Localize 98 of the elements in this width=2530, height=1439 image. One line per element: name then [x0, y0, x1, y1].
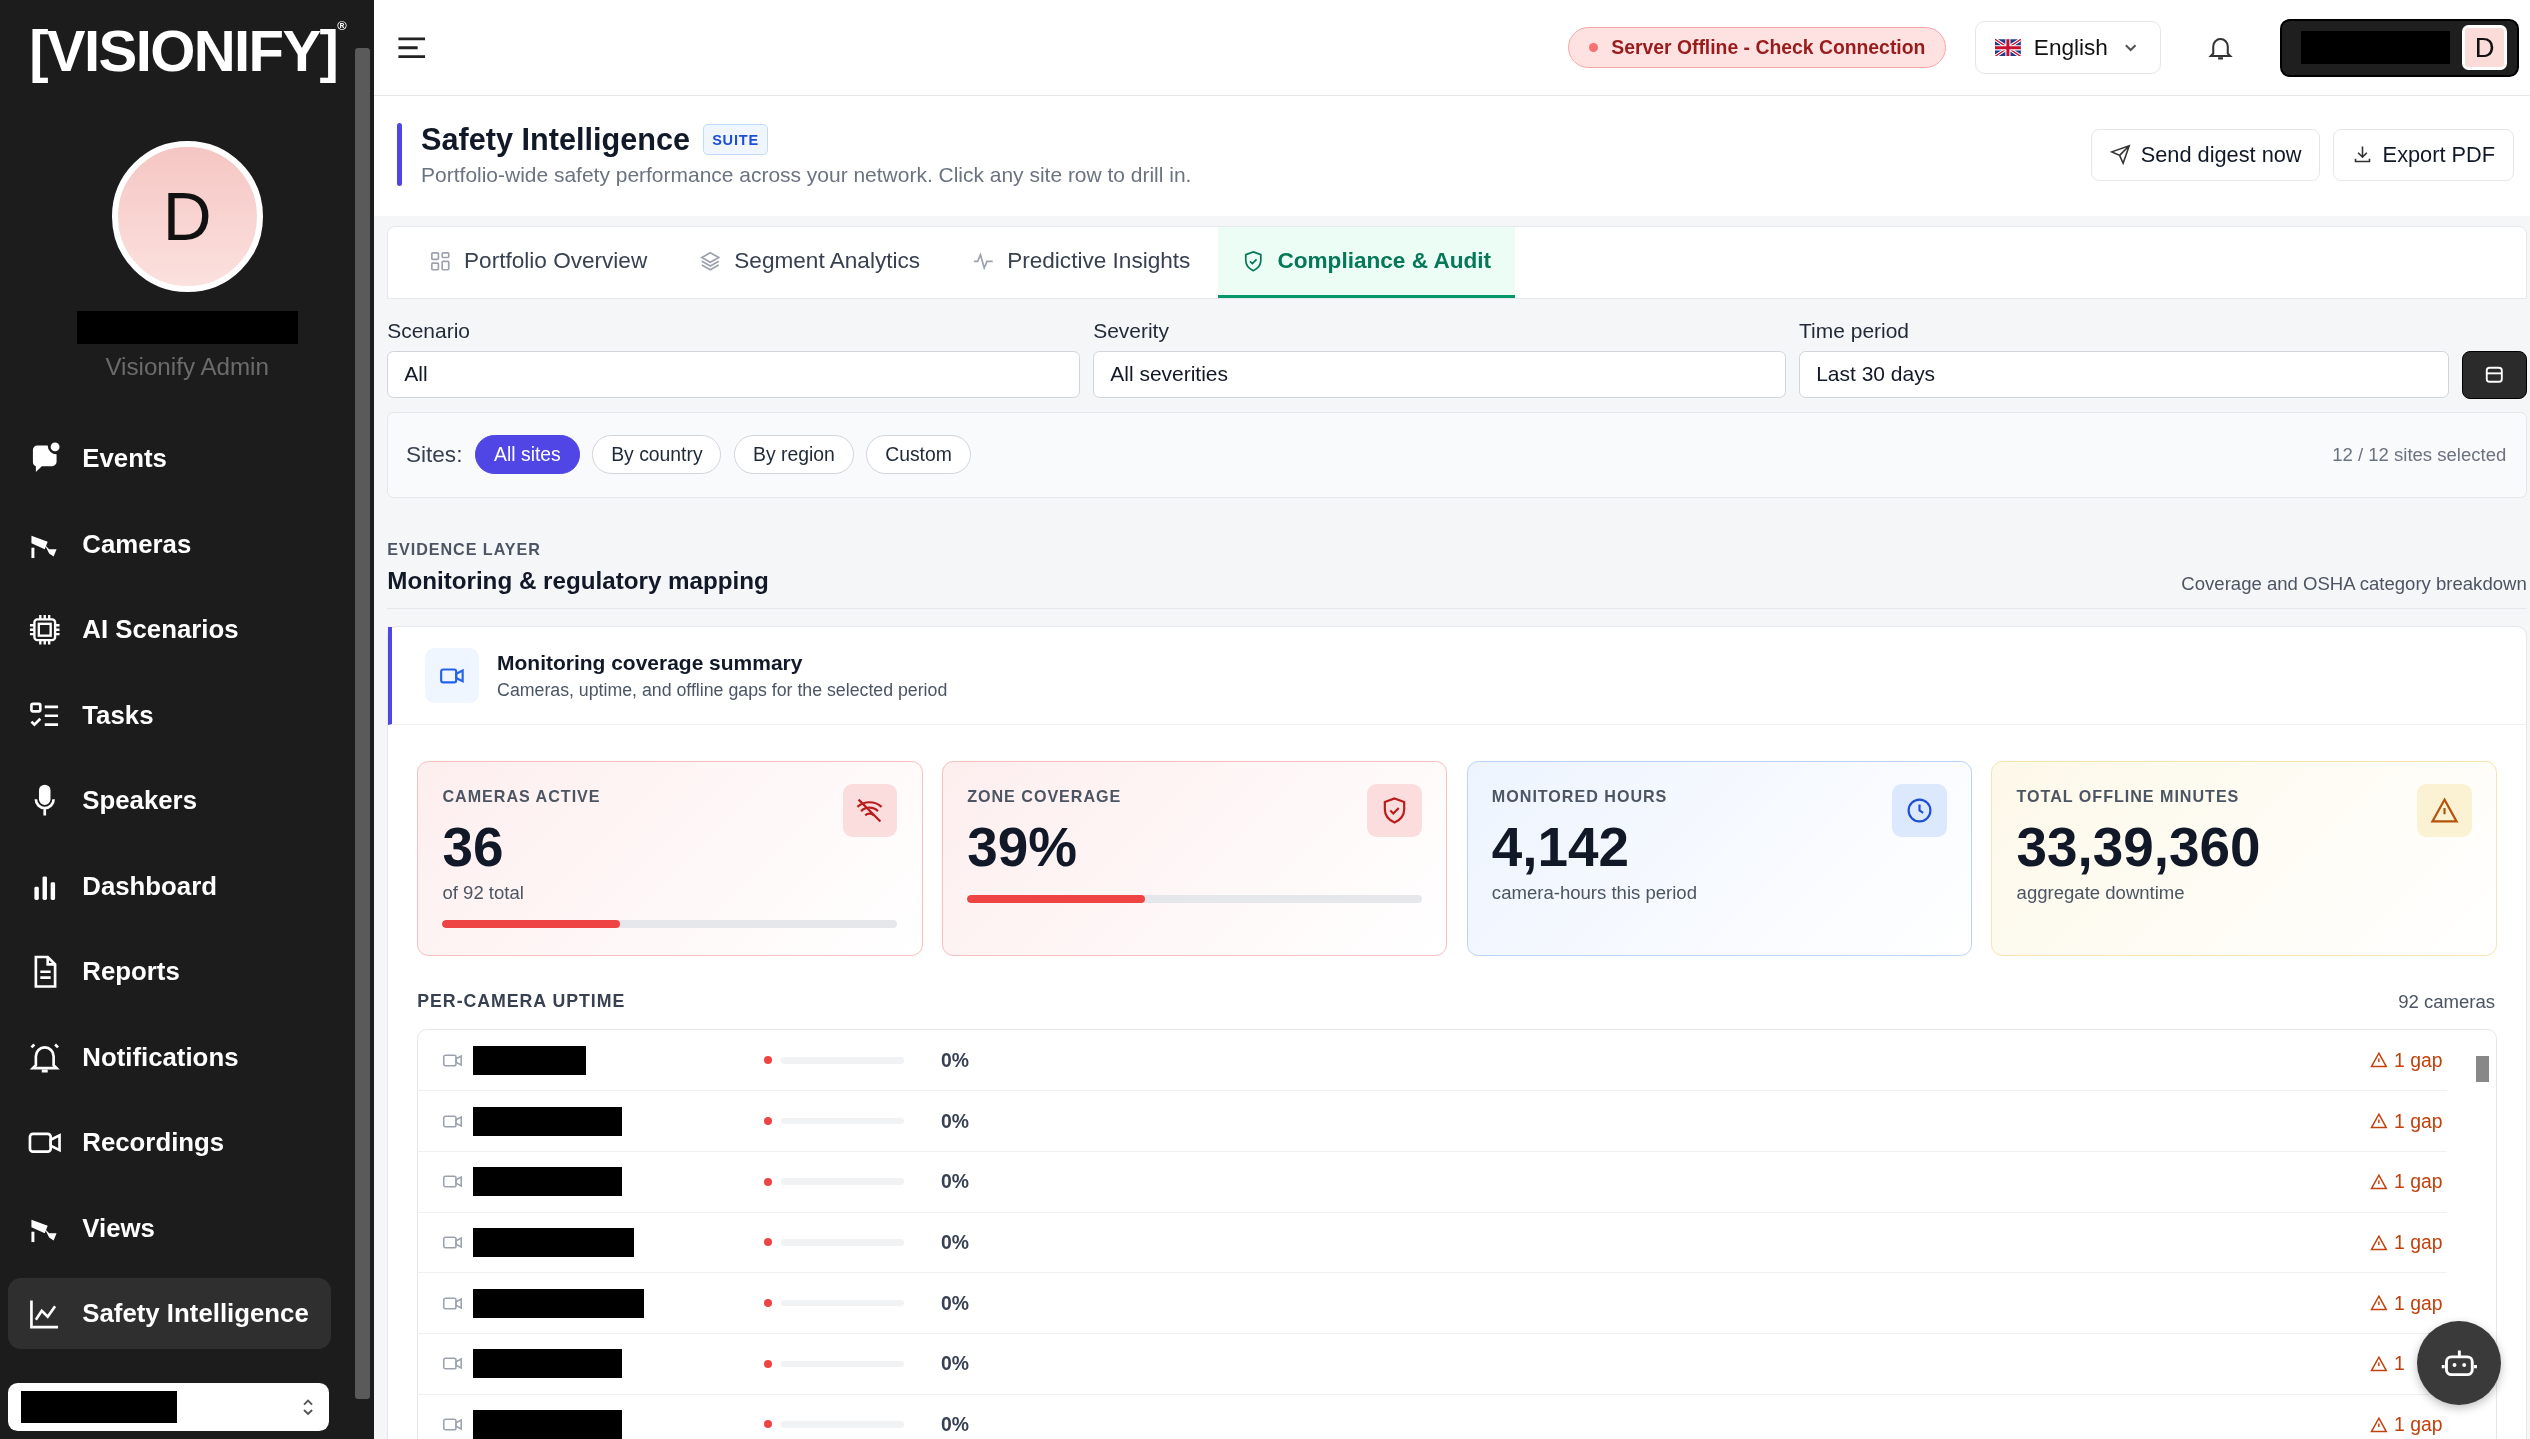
warning-icon — [2369, 1294, 2388, 1312]
tab[interactable]: Portfolio Overview — [404, 227, 672, 299]
nav-item[interactable]: Recordings — [8, 1107, 331, 1179]
tab[interactable]: Segment Analytics — [674, 227, 945, 299]
uptime-percent: 0% — [941, 1170, 969, 1194]
uptime-percent: 0% — [941, 1352, 969, 1376]
stat-caption: camera-hours this period — [1491, 882, 1698, 905]
gap-count: 1 gap — [2369, 1291, 2448, 1315]
nav-item[interactable]: Reports — [8, 936, 331, 1008]
video-icon — [424, 648, 480, 704]
nav-item[interactable]: Notifications — [8, 1021, 331, 1093]
warning-icon — [2369, 1354, 2388, 1373]
filter-label: Scenario — [387, 318, 471, 343]
uptime-percent: 0% — [941, 1412, 969, 1436]
stat-label: TOTAL OFFLINE MINUTES — [2016, 787, 2240, 807]
uptime-percent: 0% — [941, 1109, 969, 1133]
scrollbar[interactable] — [355, 48, 370, 1399]
select-field[interactable]: Last 30 days — [1799, 350, 2450, 398]
stat-value: 33,39,360 — [2016, 814, 2262, 879]
status-dot — [763, 1177, 772, 1186]
language-select[interactable]: English — [1974, 20, 2161, 75]
warning-icon — [2369, 1051, 2388, 1070]
warning-icon — [2416, 784, 2472, 838]
calendar-button[interactable] — [2462, 350, 2527, 399]
warning-icon — [2369, 1233, 2388, 1252]
avatar: D — [2462, 25, 2507, 70]
status-dot — [763, 1056, 772, 1065]
sites-count: 12 / 12 sites selected — [2332, 443, 2507, 466]
grid-icon — [428, 249, 452, 273]
nav-item[interactable]: Dashboard — [8, 850, 331, 922]
uptime-percent: 0% — [941, 1230, 969, 1254]
layers-icon — [698, 249, 722, 273]
nav-item[interactable]: AI Scenarios — [8, 594, 331, 666]
stat-caption: aggregate downtime — [2016, 882, 2186, 905]
filter-chip[interactable]: By region — [734, 435, 854, 475]
select-field[interactable]: All — [387, 350, 1081, 398]
stat-value: 4,142 — [1491, 814, 1631, 879]
status-dot — [763, 1117, 772, 1126]
section-title: Monitoring & regulatory mapping — [387, 566, 769, 595]
filter-chip[interactable]: Custom — [866, 435, 971, 475]
status-dot — [763, 1238, 772, 1247]
gap-count: 1 gap — [2369, 1170, 2448, 1194]
filter-chip[interactable]: All sites — [475, 435, 580, 475]
page-subtitle: Portfolio-wide safety performance across your network. Click any site row to drill in. — [421, 163, 1193, 188]
gap-count: 1 gap — [2369, 1109, 2448, 1133]
gap-count: 1 gap — [2369, 1412, 2448, 1436]
shield-icon — [1367, 784, 1423, 838]
uptime-title: PER-CAMERA UPTIME — [417, 991, 626, 1014]
flag-icon — [1995, 38, 2021, 57]
nav-item[interactable]: Tasks — [8, 679, 331, 751]
tab[interactable]: Compliance & Audit — [1217, 227, 1516, 299]
gap-count: 1 gap — [2369, 1048, 2448, 1072]
page-title: Safety Intelligence — [421, 122, 691, 157]
stat-value: 39% — [967, 814, 1078, 879]
suite-badge: SUITE — [703, 124, 768, 155]
clock-icon — [1892, 784, 1947, 838]
warning-icon — [2369, 1172, 2388, 1191]
status-dot — [763, 1359, 772, 1368]
sites-label: Sites: — [405, 441, 463, 468]
logo: [VISIONIFY]$^{®}$ — [29, 19, 346, 84]
export-pdf-button[interactable]: Export PDF — [2333, 128, 2514, 181]
chip-icon — [27, 612, 63, 648]
scrollbar-thumb[interactable] — [2476, 1056, 2490, 1083]
user-role: Visionify Admin — [105, 353, 269, 382]
filter-chip[interactable]: By country — [592, 435, 722, 475]
avatar: D — [111, 141, 263, 293]
nav-item[interactable]: Views — [8, 1192, 331, 1264]
status-dot — [763, 1299, 772, 1308]
user-menu[interactable]: D — [2279, 18, 2519, 77]
uptime-percent: 0% — [941, 1291, 969, 1315]
filter-label: Severity — [1093, 318, 1170, 343]
panel-subtitle: Cameras, uptime, and offline gaps for the selected period — [497, 679, 948, 701]
send-digest-button[interactable]: Send digest now — [2091, 128, 2321, 181]
stat-caption: of 92 total — [442, 882, 525, 905]
nav-item[interactable]: Speakers — [8, 765, 331, 837]
status-pill: Server Offline - Check Connection — [1568, 27, 1946, 69]
wifi-off-icon — [842, 784, 898, 838]
nav-item[interactable]: Events — [8, 423, 331, 495]
gap-count: 1 gap — [2369, 1230, 2448, 1254]
org-selector[interactable] — [8, 1382, 330, 1432]
select-field[interactable]: All severities — [1093, 350, 1787, 398]
section-eyebrow: EVIDENCE LAYER — [387, 539, 542, 559]
stat-label: ZONE COVERAGE — [967, 787, 1122, 807]
stat-label: CAMERAS ACTIVE — [442, 787, 601, 807]
nav-item[interactable]: Cameras — [8, 508, 331, 580]
section-note: Coverage and OSHA category breakdown — [2181, 572, 2527, 595]
filter-label: Time period — [1799, 318, 1910, 343]
uptime-percent: 0% — [941, 1048, 969, 1072]
send-icon — [2110, 144, 2131, 166]
stat-label: MONITORED HOURS — [1491, 787, 1668, 807]
nav-item[interactable]: Safety Intelligence — [8, 1278, 331, 1350]
warning-icon — [2369, 1415, 2388, 1434]
tab[interactable]: Predictive Insights — [947, 227, 1215, 299]
warning-icon — [2369, 1112, 2388, 1130]
status-dot — [763, 1420, 772, 1429]
camera-count: 92 cameras — [2398, 991, 2496, 1014]
stat-value: 36 — [442, 814, 505, 879]
panel-title: Monitoring coverage summary — [497, 650, 804, 675]
